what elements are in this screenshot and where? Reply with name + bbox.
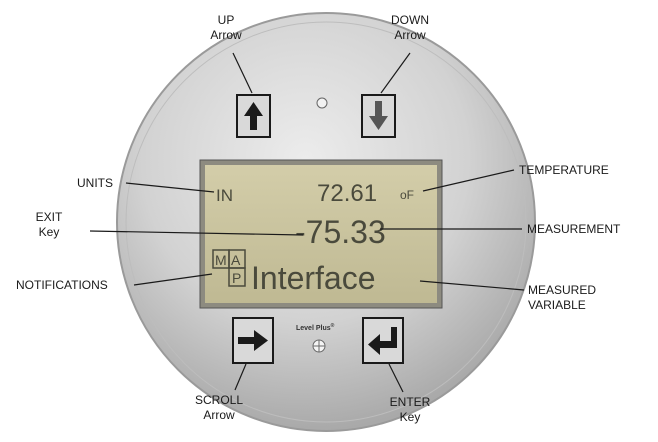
- label-line: TEMPERATURE: [519, 163, 609, 177]
- label-exit-key: EXIT Key: [29, 210, 69, 240]
- label-line: VARIABLE: [528, 298, 586, 312]
- lcd-measured-variable: Interface: [251, 260, 376, 296]
- lcd-measurement-value: -75.33: [295, 214, 386, 250]
- lcd-temperature-value: 72.61: [317, 180, 377, 207]
- label-line: UNITS: [77, 176, 113, 190]
- label-units: UNITS: [77, 176, 113, 191]
- label-enter-key: ENTER Key: [382, 395, 438, 425]
- label-line: Key: [399, 410, 421, 424]
- device-diagram: IN 72.61 oF -75.33 M A P Interface Level…: [89, 12, 536, 432]
- label-up-arrow: UP Arrow: [198, 13, 254, 43]
- label-line: MEASUREMENT: [527, 222, 621, 236]
- label-line: ENTER: [389, 395, 431, 409]
- label-line: Key: [38, 225, 60, 239]
- up-arrow-key[interactable]: [236, 94, 271, 138]
- indicator-light: [316, 97, 328, 109]
- lcd-units: IN: [216, 186, 233, 205]
- label-notifications: NOTIFICATIONS: [16, 278, 108, 293]
- notification-letter: M: [215, 252, 227, 268]
- label-line: Arrow: [203, 408, 235, 422]
- enter-key[interactable]: [362, 317, 404, 364]
- scroll-arrow-key[interactable]: [232, 317, 274, 364]
- label-down-arrow: DOWN Arrow: [380, 13, 440, 43]
- label-line: Arrow: [210, 28, 242, 42]
- label-line: MEASURED: [528, 283, 597, 297]
- label-line: Arrow: [394, 28, 426, 42]
- label-temperature: TEMPERATURE: [519, 163, 609, 178]
- label-line: SCROLL: [194, 393, 244, 407]
- crosshair-screw-icon: [312, 339, 326, 353]
- lcd-temperature-unit: oF: [400, 188, 414, 202]
- label-measurement: MEASUREMENT: [527, 222, 620, 237]
- label-line: EXIT: [35, 210, 63, 224]
- label-line: DOWN: [391, 13, 429, 27]
- label-scroll-arrow: SCROLL Arrow: [187, 393, 251, 423]
- notification-letter: P: [232, 270, 241, 286]
- label-measured-variable: MEASURED VARIABLE: [528, 283, 596, 313]
- label-line: UP: [217, 13, 235, 27]
- down-arrow-key[interactable]: [361, 94, 396, 138]
- label-line: NOTIFICATIONS: [16, 278, 108, 292]
- notification-letter: A: [231, 252, 241, 268]
